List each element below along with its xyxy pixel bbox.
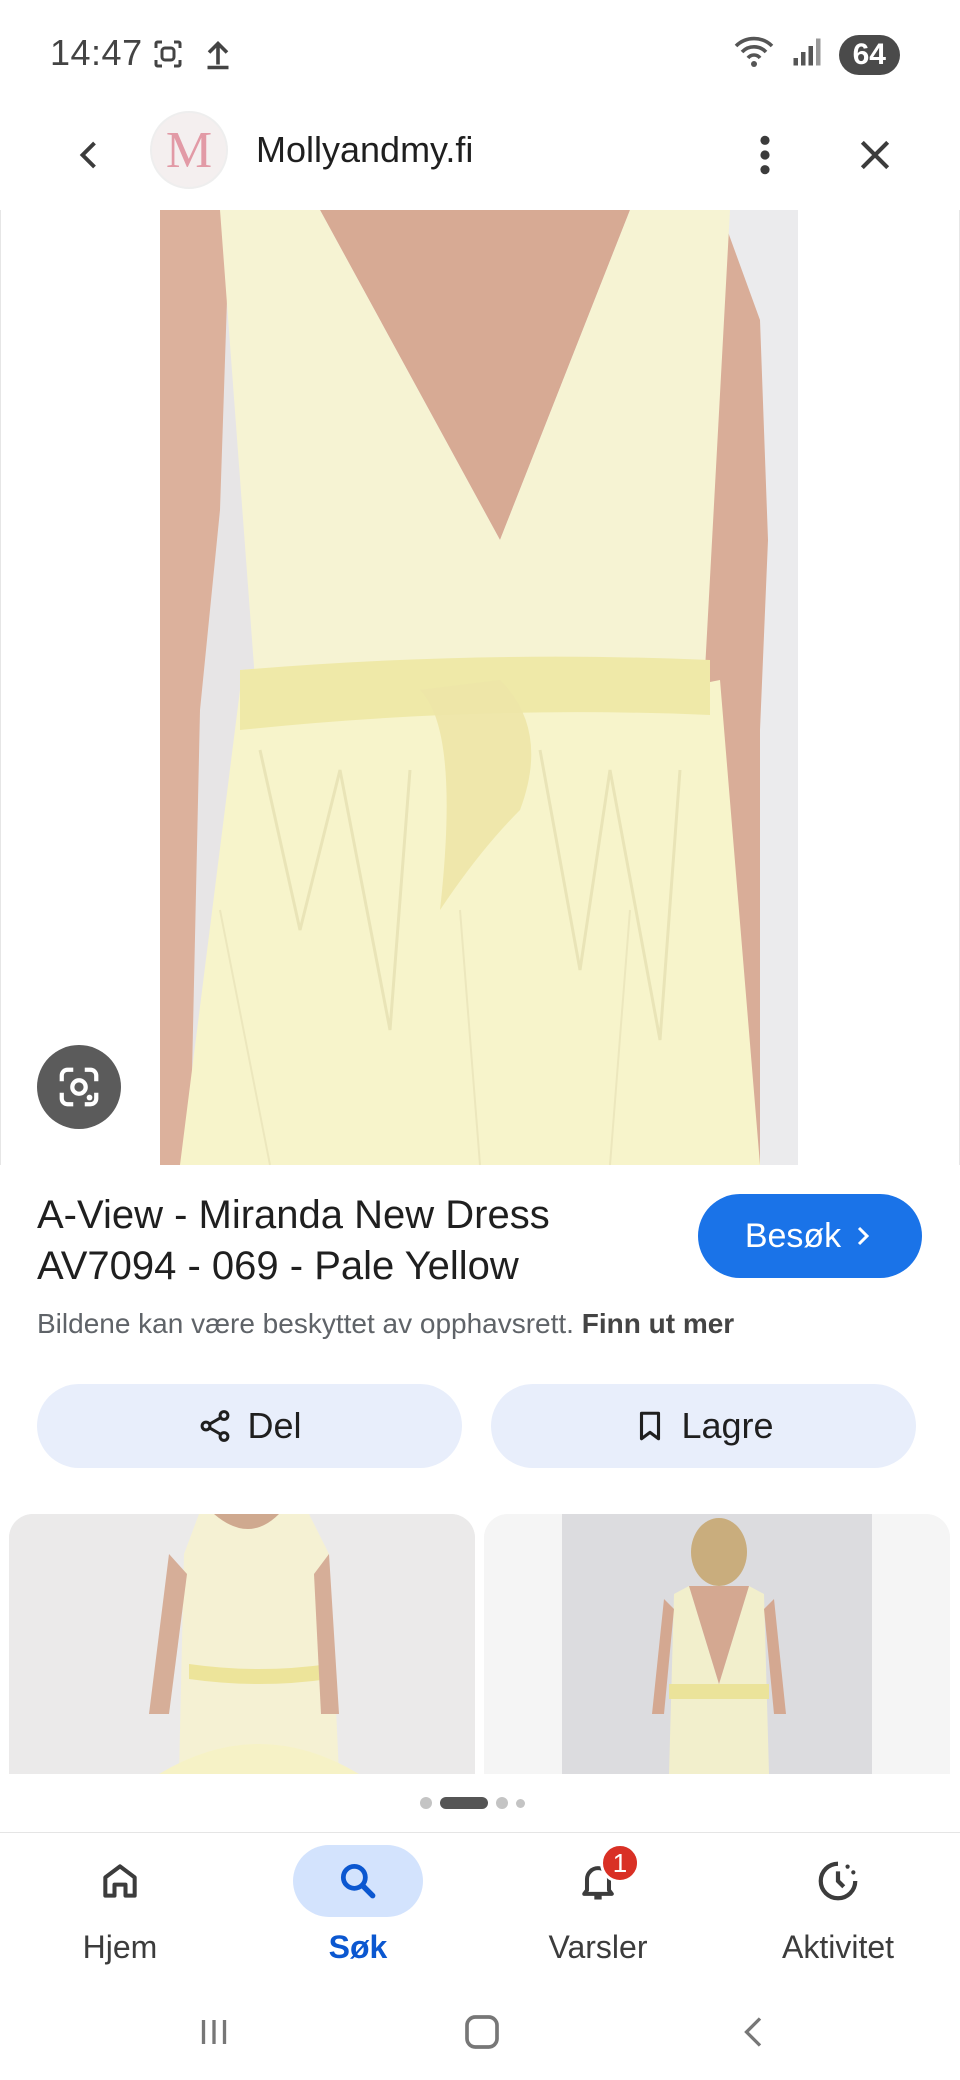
site-logo[interactable]: M (150, 111, 228, 189)
back-button[interactable] (60, 125, 120, 185)
home-icon (103, 1864, 137, 1898)
product-title: A-View - Miranda New Dress AV7094 - 069 … (37, 1193, 550, 1288)
learn-more-link[interactable]: Finn ut mer (582, 1308, 734, 1339)
bookmark-icon (640, 1411, 661, 1441)
bottom-navigation: Hjem Søk 1 Varsler Aktivitet (0, 1832, 960, 1982)
share-button[interactable]: Del (37, 1384, 462, 1468)
copyright-notice: Bildene kan være beskyttet av opphavsret… (37, 1308, 735, 1339)
product-image[interactable] (160, 210, 798, 1165)
activity-icon (818, 1861, 858, 1901)
close-icon (860, 140, 890, 170)
more-options-button[interactable] (735, 125, 795, 185)
notification-badge: 1 (600, 1843, 640, 1883)
screenshot-icon (150, 36, 186, 77)
more-vert-icon (760, 135, 770, 175)
battery-indicator: 64 (838, 34, 900, 75)
recent-apps-icon (201, 2020, 227, 2044)
visit-button[interactable]: Besøk (698, 1194, 922, 1278)
system-navigation (0, 1982, 960, 2080)
carousel-dot[interactable] (496, 1797, 508, 1809)
carousel-indicator (420, 1797, 525, 1809)
nav-notifications[interactable]: 1 Varsler (498, 1833, 698, 1983)
image-viewer (0, 210, 960, 1165)
related-image-1[interactable] (9, 1514, 475, 1774)
wifi-icon (733, 34, 775, 75)
home-square-icon (465, 2015, 499, 2049)
site-name[interactable]: Mollyandmy.fi (256, 129, 473, 171)
top-bar: M Mollyandmy.fi (0, 105, 960, 205)
status-bar: 14:47 64 (0, 0, 960, 110)
system-back-button[interactable] (724, 2002, 784, 2062)
related-images (0, 1514, 960, 1774)
close-button[interactable] (845, 125, 905, 185)
save-button[interactable]: Lagre (491, 1384, 916, 1468)
related-image-2[interactable] (484, 1514, 950, 1774)
status-time: 14:47 (50, 32, 143, 73)
carousel-dot-active[interactable] (440, 1797, 488, 1809)
nav-activity[interactable]: Aktivitet (738, 1833, 938, 1983)
home-system-button[interactable] (452, 2002, 512, 2062)
signal-icon (789, 34, 825, 75)
recent-apps-button[interactable] (184, 2002, 244, 2062)
upload-icon (200, 36, 236, 77)
share-icon (201, 1410, 230, 1442)
chevron-right-icon (858, 1226, 870, 1246)
back-arrow-icon (744, 2017, 762, 2047)
chevron-left-icon (79, 141, 96, 169)
lens-search-button[interactable] (37, 1045, 121, 1129)
lens-icon (59, 1067, 99, 1107)
search-icon (340, 1863, 376, 1899)
carousel-dot[interactable] (516, 1798, 525, 1808)
nav-search[interactable]: Søk (258, 1833, 458, 1983)
carousel-dot[interactable] (420, 1797, 432, 1809)
nav-home[interactable]: Hjem (20, 1833, 220, 1983)
